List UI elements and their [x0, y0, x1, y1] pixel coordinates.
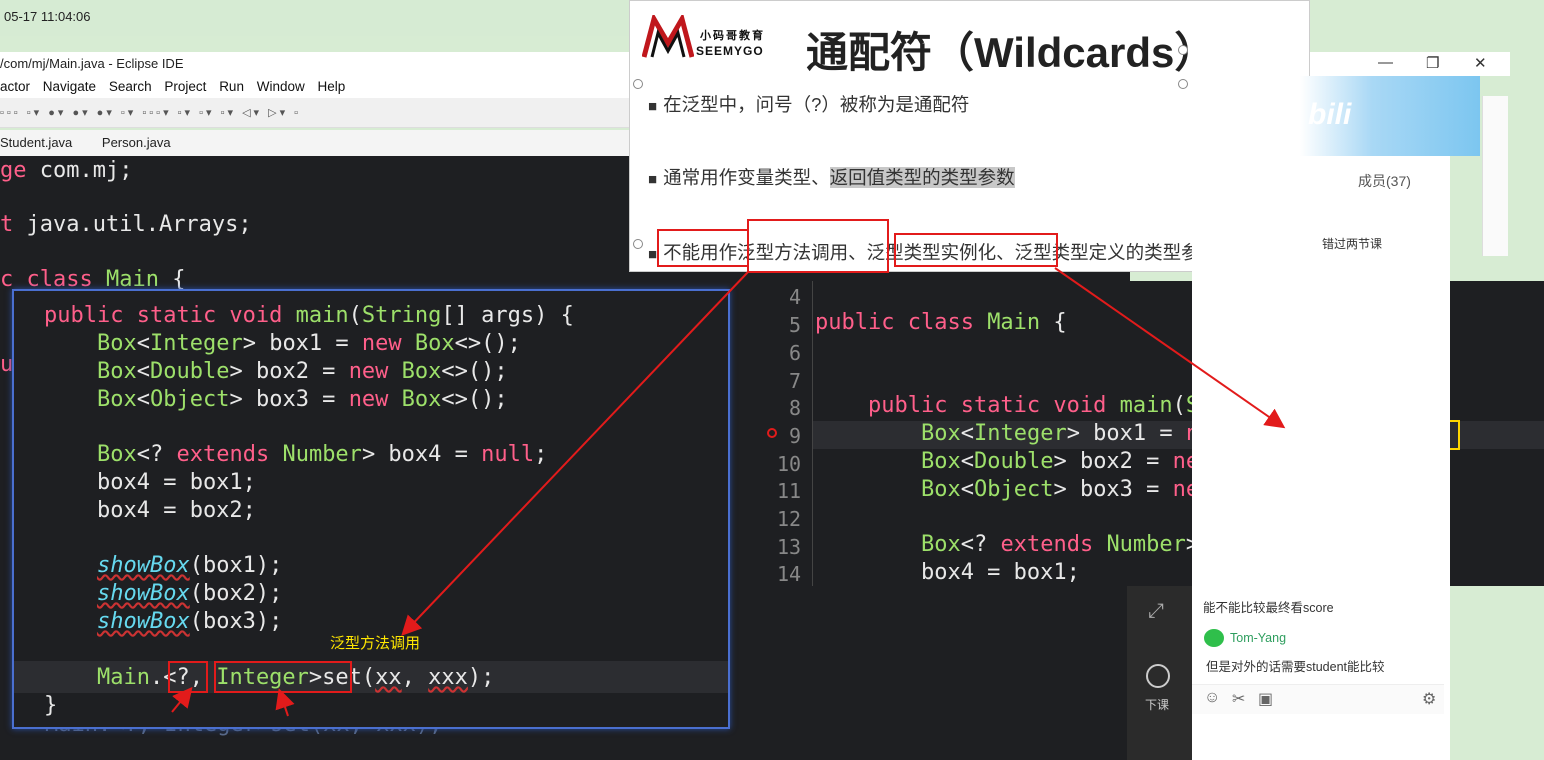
arrow-to-integer: [275, 688, 295, 717]
annotation-arrows: [171, 267, 1286, 717]
arrow-to-wildcard: [171, 686, 193, 713]
arrow-to-generic-call: [401, 271, 749, 636]
arrow-to-instantiation: [1054, 267, 1286, 429]
